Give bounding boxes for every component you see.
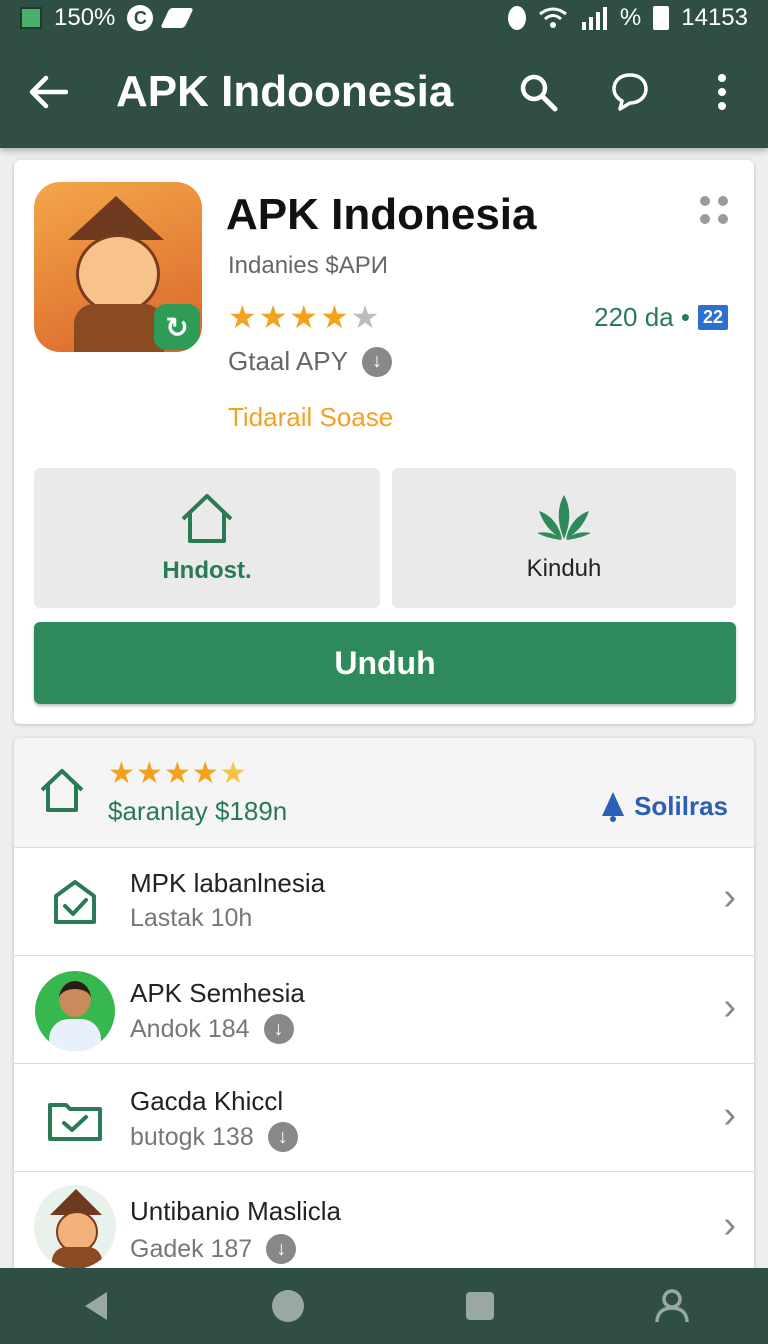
folder-check-icon	[34, 1078, 116, 1160]
list-item-subtitle: Andok 184 ↓	[130, 1014, 294, 1044]
list-item-meta: Andok 184	[130, 1014, 250, 1043]
download-button[interactable]: Unduh	[34, 622, 736, 704]
header-rating: ★ ★ ★ ★ ★	[108, 756, 247, 791]
chevron-right-icon: ›	[723, 986, 736, 1028]
status-bar: 150% C % 14153	[0, 0, 768, 36]
more-vert-icon	[718, 74, 726, 110]
status-left: 150% C	[20, 4, 195, 32]
app-detail-card: ↻ APK Indonesia Indanies $APИ ★ ★ ★ ★ ★ …	[14, 160, 754, 724]
star-icon: ★	[108, 757, 135, 790]
page-title: APK Indoonesia	[116, 67, 454, 116]
avatar	[34, 1185, 116, 1269]
chat-bubble-icon	[612, 73, 648, 111]
nav-back-button[interactable]	[61, 1271, 131, 1341]
chevron-right-icon: ›	[723, 1094, 736, 1136]
star-icon: ★	[191, 757, 219, 790]
house-icon	[40, 769, 84, 812]
star-empty-icon: ★	[350, 299, 380, 335]
list-item[interactable]: Untibanio Maslicla Gadek 187 ↓ ›	[14, 1172, 754, 1278]
app-bar: APK Indoonesia	[0, 36, 768, 148]
download-icon: ↓	[266, 1234, 297, 1264]
download-icon: ↓	[361, 346, 392, 377]
signal-app-icon	[20, 7, 42, 29]
nav-profile-button[interactable]	[637, 1271, 707, 1341]
star-icon: ★	[289, 299, 319, 335]
star-icon: ★	[228, 299, 257, 335]
star-icon: ★	[320, 299, 349, 335]
app-name: APK Indonesia	[226, 190, 537, 239]
battery-icon	[653, 6, 670, 30]
package-check-icon	[34, 862, 116, 944]
battery-percent: %	[619, 4, 642, 31]
app-icon: ↻	[34, 182, 202, 352]
related-list-card: ★ ★ ★ ★ ★ $aranlay $189n Solilras MPK la…	[14, 738, 754, 1278]
list-item-meta: Lastak 10h	[130, 904, 253, 932]
person-icon	[655, 1289, 689, 1323]
star-icon: ★	[163, 757, 191, 790]
circle-home-icon	[272, 1290, 304, 1322]
download-icon: ↓	[267, 1122, 298, 1152]
alert-triangle-icon	[602, 792, 625, 822]
search-button[interactable]	[492, 36, 584, 148]
list-item-title: APK Semhesia	[130, 978, 305, 1008]
chevron-right-icon: ›	[723, 876, 736, 918]
app-c-icon: C	[127, 5, 154, 31]
header-link[interactable]: Solilras	[600, 790, 728, 822]
chat-button[interactable]	[584, 36, 676, 148]
avatar	[34, 970, 116, 1052]
nav-home-button[interactable]	[253, 1271, 323, 1341]
star-icon: ★	[258, 299, 288, 335]
list-item-title: Gacda Khiccl	[130, 1086, 284, 1116]
list-item-title: MPK labanlnesia	[130, 868, 326, 898]
chevron-right-icon: ›	[723, 1204, 736, 1246]
leaf-tile-button[interactable]: Kinduh	[392, 468, 736, 608]
count-badge: 22	[697, 305, 728, 330]
download-icon: ↓	[263, 1014, 294, 1044]
house-icon	[181, 494, 233, 543]
size-label: Gtaal APY	[228, 346, 348, 376]
download-count-text: 220 da •	[594, 302, 690, 332]
header-price: $aranlay $189n	[108, 796, 288, 826]
app-rating: ★ ★ ★ ★ ★	[228, 298, 379, 336]
list-item[interactable]: MPK labanlnesia Lastak 10h ›	[14, 848, 754, 956]
app-badge-icon: ↻	[154, 304, 200, 350]
list-item-subtitle: Lastak 10h	[130, 904, 252, 933]
square-recents-icon	[466, 1292, 494, 1320]
header-link-label: Solilras	[634, 790, 728, 821]
back-button[interactable]	[0, 36, 96, 148]
list-item[interactable]: Gacda Khiccl butogk 138 ↓ ›	[14, 1064, 754, 1172]
back-arrow-icon	[29, 75, 68, 109]
cell-signal-icon	[581, 7, 607, 30]
status-right: % 14153	[507, 4, 748, 32]
system-nav-bar	[0, 1268, 768, 1344]
leaf-tile-label: Kinduh	[526, 555, 602, 582]
more-options-icon[interactable]	[700, 196, 730, 226]
list-item-subtitle: Gadek 187 ↓	[130, 1234, 297, 1264]
status-percent: 150%	[54, 4, 116, 31]
list-item-meta: Gadek 187	[130, 1234, 253, 1263]
size-row: Gtaal APY ↓	[228, 346, 392, 377]
alarm-icon	[507, 6, 526, 30]
home-tile-button[interactable]: Hndost.	[34, 468, 380, 608]
triangle-back-icon	[85, 1292, 107, 1320]
tag-icon	[160, 8, 195, 28]
star-icon: ★	[219, 757, 247, 790]
overflow-menu-button[interactable]	[676, 36, 768, 148]
home-tile-label: Hndost.	[162, 557, 252, 584]
leaf-icon	[537, 495, 591, 540]
download-count: 220 da • 22	[594, 302, 728, 333]
wifi-icon	[538, 7, 567, 28]
search-icon	[520, 74, 558, 112]
list-item[interactable]: APK Semhesia Andok 184 ↓ ›	[14, 956, 754, 1064]
list-item-title: Untibanio Maslicla	[130, 1196, 341, 1226]
list-item-subtitle: butogk 138 ↓	[130, 1122, 298, 1152]
list-item-meta: butogk 138	[130, 1122, 254, 1151]
nav-recents-button[interactable]	[445, 1271, 515, 1341]
star-icon: ★	[135, 757, 163, 790]
list-header: ★ ★ ★ ★ ★ $aranlay $189n Solilras	[14, 738, 754, 848]
app-subtitle: Indanies $APИ	[228, 252, 389, 279]
highlight-text: Tidarail Soase	[228, 402, 394, 432]
status-time: 14153	[681, 4, 748, 31]
